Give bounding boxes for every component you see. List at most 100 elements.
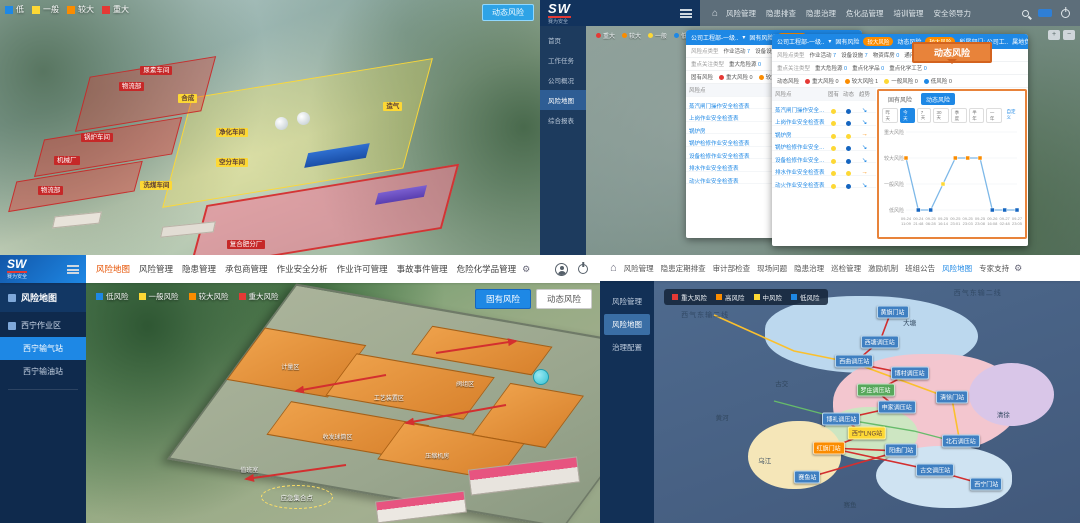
nav-item[interactable]: 隐患管理 [182, 263, 216, 275]
sidebar-item[interactable]: 风险管理 [604, 291, 650, 312]
range-button[interactable]: 今天 [900, 108, 916, 123]
sidebar-group-area[interactable]: 西宁作业区 [0, 312, 86, 337]
stat-chip[interactable]: 重大危险源 0 [815, 66, 847, 72]
range-button[interactable]: 7天 [917, 108, 931, 123]
risk-point-link[interactable]: 蒸汽闸门操作安全检查表 [775, 106, 826, 114]
avatar-icon[interactable] [555, 263, 568, 276]
nav-item[interactable]: 培训管理 [894, 8, 924, 19]
station-node[interactable]: 黄旗门站 [877, 306, 909, 319]
nav-item[interactable]: 激励机制 [868, 263, 898, 274]
table-row[interactable]: 排水作业安全检查表→ [772, 163, 876, 176]
zone-label[interactable]: 净化车间 [216, 128, 248, 137]
station-node[interactable]: 西宁LNG站 [848, 427, 886, 440]
home-icon[interactable]: ⌂ [712, 8, 718, 19]
chevron-down-icon[interactable]: ▾ [742, 34, 745, 41]
station-node[interactable]: 北石调压站 [942, 434, 980, 447]
station-node[interactable]: 赛鱼站 [794, 471, 820, 484]
table-row[interactable]: 锅炉房→ [772, 126, 876, 139]
range-button[interactable]: 昨天 [882, 108, 898, 123]
nav-item[interactable]: 巡检管理 [831, 263, 861, 274]
nav-item[interactable]: 风险地图 [96, 263, 130, 275]
menu-toggle-icon[interactable] [67, 265, 79, 274]
zone-label[interactable]: 机械厂 [54, 156, 80, 165]
zone-label[interactable]: 洗煤车间 [140, 181, 172, 190]
risk-mode-button[interactable]: 固有风险 [475, 289, 531, 309]
nav-item[interactable]: 专家支持 [979, 263, 1009, 274]
station-node[interactable]: 西曲调压站 [835, 354, 873, 367]
nav-item[interactable]: 隐患排查 [766, 8, 796, 19]
nav-item[interactable]: 隐患定期排查 [661, 263, 706, 274]
table-row[interactable]: 蒸汽闸门操作安全检查表↘ [772, 101, 876, 114]
nav-item[interactable]: 安全领导力 [934, 8, 972, 19]
nav-item[interactable]: 作业许可管理 [337, 263, 388, 275]
risk-mode-button[interactable]: 动态风险 [536, 289, 592, 309]
stat-chip[interactable]: 重大危险源 0 [729, 62, 761, 68]
stat-chip[interactable]: 作业活动 7 [724, 49, 751, 55]
stat-chip[interactable]: 作业活动 7 [810, 53, 837, 59]
station-node[interactable]: 阳曲门站 [885, 444, 917, 457]
nav-item[interactable]: 危险化学品管理 [457, 263, 517, 275]
range-button[interactable]: 一年 [986, 108, 1002, 123]
zone-label[interactable]: 复合肥分厂 [227, 240, 266, 249]
search-icon[interactable] [1022, 10, 1029, 17]
table-row[interactable]: 设备检修作业安全检查表↘ [772, 151, 876, 164]
sidebar-item[interactable]: 风险地图 [604, 314, 650, 335]
chart-tab[interactable]: 动态风险 [921, 93, 955, 105]
station-node[interactable]: 红旗门站 [813, 441, 845, 454]
stat-chip[interactable]: 重点化学工艺 0 [889, 66, 927, 72]
gear-icon[interactable]: ⚙ [522, 264, 530, 275]
risk-point-link[interactable]: 锅炉房 [775, 131, 826, 139]
station-node[interactable]: 博礼调压站 [822, 412, 860, 425]
station-node[interactable]: 申家调压站 [878, 400, 916, 413]
zone-label[interactable]: 物流部 [38, 186, 64, 195]
risk-point-link[interactable]: 设备检修作业安全检查表 [775, 156, 826, 164]
sidebar-item[interactable]: 工作任务 [540, 50, 586, 70]
nav-item[interactable]: 隐患治理 [794, 263, 824, 274]
nav-item[interactable]: 事故事件管理 [397, 263, 448, 275]
dynamic-risk-button[interactable]: 动态风险 [482, 4, 534, 21]
menu-toggle-icon[interactable] [680, 9, 692, 18]
station-node[interactable]: 博村调压站 [891, 366, 929, 379]
table-row[interactable]: 锅炉检修作业安全检查表↘ [772, 138, 876, 151]
nav-item[interactable]: 隐患治理 [806, 8, 836, 19]
stat-chip[interactable]: 物资库房 0 [873, 53, 900, 59]
gear-icon[interactable]: ⚙ [1014, 263, 1022, 274]
map-control-button[interactable]: − [1063, 30, 1075, 40]
sidebar-item[interactable]: 治理配置 [604, 337, 650, 358]
power-icon[interactable] [1061, 9, 1070, 18]
nav-item[interactable]: 风险管理 [624, 263, 654, 274]
nav-item[interactable]: 班组公告 [905, 263, 935, 274]
zone-label[interactable]: 造气 [383, 102, 402, 111]
risk-point-link[interactable]: 锅炉检修作业安全检查表 [775, 143, 826, 151]
station-node[interactable]: 清徐门站 [936, 391, 968, 404]
nav-item[interactable]: 风险地图 [942, 263, 972, 274]
range-button[interactable]: 30天 [933, 108, 949, 123]
risk-point-link[interactable]: 排水作业安全检查表 [775, 168, 826, 176]
nav-item[interactable]: 危化品管理 [846, 8, 884, 19]
power-icon[interactable] [578, 264, 588, 274]
station-node[interactable]: 西宁门站 [970, 478, 1002, 491]
map-control-button[interactable]: + [1048, 30, 1060, 40]
home-icon[interactable]: ⌂ [610, 262, 617, 274]
flag-icon[interactable] [1038, 9, 1052, 17]
zone-label[interactable]: 尿素车间 [140, 66, 172, 75]
risk-point-link[interactable]: 动火作业安全检查表 [775, 181, 826, 189]
sidebar-item[interactable]: 综合报表 [540, 110, 586, 130]
zone-label[interactable]: 空分车间 [216, 158, 248, 167]
nav-item[interactable]: 风险管理 [726, 8, 756, 19]
risk-point-link[interactable]: 上岗作业安全检查表 [775, 118, 826, 126]
station-node[interactable]: 西塘调压站 [861, 335, 899, 348]
sidebar-item[interactable]: 风险地图 [540, 90, 586, 110]
nav-item[interactable]: 现场问题 [757, 263, 787, 274]
station-node[interactable]: 古交调压站 [916, 463, 954, 476]
nav-item[interactable]: 风险管理 [139, 263, 173, 275]
range-button[interactable]: 自定义 [1004, 108, 1022, 123]
sidebar-item[interactable]: 公司概况 [540, 70, 586, 90]
table-row[interactable]: 动火作业安全检查表↘ [772, 176, 876, 189]
zone-label[interactable]: 锅炉车间 [81, 133, 113, 142]
table-row[interactable]: 上岗作业安全检查表↘ [772, 113, 876, 126]
sidebar-item[interactable]: 西宁输气站 [0, 337, 86, 360]
stat-chip[interactable]: 设备设施 7 [841, 53, 868, 59]
range-button[interactable]: 半年 [969, 108, 985, 123]
nav-item[interactable]: 承包商管理 [225, 263, 268, 275]
